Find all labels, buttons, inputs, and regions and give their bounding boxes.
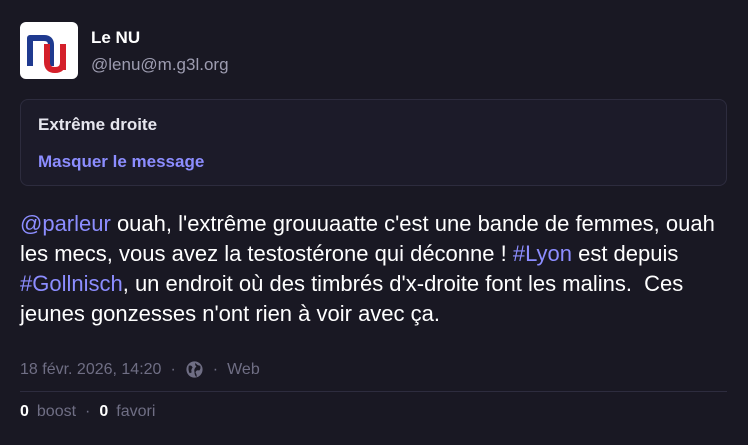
favourite-count[interactable]: 0 (99, 403, 108, 421)
separator: · (212, 360, 219, 378)
mention-link[interactable]: @parleur (20, 211, 111, 236)
post-text: est depuis (571, 241, 685, 266)
application-name: Web (227, 360, 260, 378)
hashtag-link[interactable]: #Lyon (513, 241, 572, 266)
favourite-label[interactable]: favori (116, 403, 155, 421)
divider (20, 391, 727, 392)
boost-label[interactable]: boost (37, 403, 76, 421)
display-name[interactable]: Le NU (91, 28, 140, 48)
globe-icon (185, 360, 204, 379)
hashtag-link[interactable]: #Gollnisch (20, 271, 123, 296)
hide-message-button[interactable]: Masquer le message (38, 152, 204, 172)
separator: · (170, 360, 176, 378)
content-warning-title: Extrême droite (38, 115, 158, 134)
content-warning: Extrême droite Masquer le message (20, 99, 727, 186)
account-handle[interactable]: @lenu@m.g3l.org (91, 55, 229, 75)
timestamp-link[interactable]: 18 févr. 2026, 14:20 (20, 361, 161, 379)
post-stats: 0 boost · 0 favori (20, 403, 155, 421)
post-meta: 18 févr. 2026, 14:20 · · Web (20, 360, 260, 379)
post-content: @parleur ouah, l'extrême grouuaatte c'es… (20, 209, 732, 329)
separator: · (85, 403, 91, 420)
le-nu-logo-icon (27, 35, 66, 73)
avatar[interactable] (20, 22, 78, 79)
status-card: Le NU @lenu@m.g3l.org Extrême droite Mas… (0, 0, 748, 445)
boost-count[interactable]: 0 (20, 403, 29, 421)
